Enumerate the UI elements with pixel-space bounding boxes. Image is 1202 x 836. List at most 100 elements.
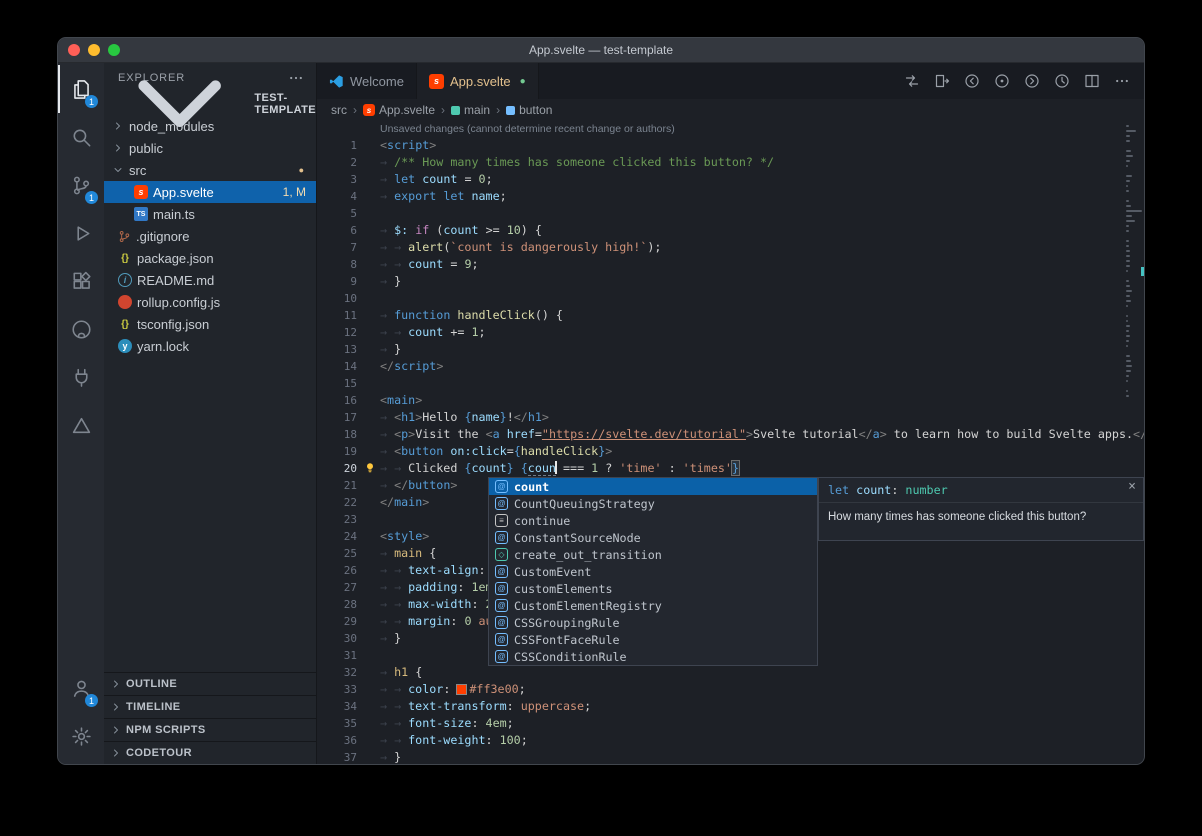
tree-item-label: .gitignore bbox=[136, 229, 189, 244]
activity-run-and-debug[interactable] bbox=[58, 209, 104, 257]
lightbulb-icon[interactable] bbox=[363, 461, 377, 475]
suggestion-constantsourcenode[interactable]: @ConstantSourceNode bbox=[489, 529, 817, 546]
tree-item-package-json[interactable]: {}package.json bbox=[104, 247, 316, 269]
activity-remote-explorer[interactable] bbox=[58, 353, 104, 401]
code-text: →} bbox=[380, 273, 1144, 290]
line-number: 26 bbox=[317, 562, 366, 579]
suggestion-countqueuingstrategy[interactable]: @CountQueuingStrategy bbox=[489, 495, 817, 512]
code-line: 12→→count += 1; bbox=[317, 324, 1144, 341]
file-tree: node_modulespublicsrc●sApp.svelte1, MTSm… bbox=[104, 115, 316, 357]
code-line: 17→<h1>Hello {name}!</h1> bbox=[317, 409, 1144, 426]
next-change-icon[interactable] bbox=[1024, 73, 1040, 89]
breadcrumb-item-button[interactable]: button bbox=[506, 103, 552, 117]
blame-icon[interactable] bbox=[994, 73, 1010, 89]
activity-settings[interactable] bbox=[58, 712, 104, 760]
svelte-icon: s bbox=[134, 185, 148, 199]
suggestion-create-out-transition[interactable]: ◇create_out_transition bbox=[489, 546, 817, 563]
tree-item-rollup-config-js[interactable]: rollup.config.js bbox=[104, 291, 316, 313]
tree-item-yarn-lock[interactable]: yyarn.lock bbox=[104, 335, 316, 357]
zoom-window-button[interactable] bbox=[108, 44, 120, 56]
tabs: WelcomesApp.svelte● bbox=[317, 63, 539, 99]
close-window-button[interactable] bbox=[68, 44, 80, 56]
suggestion-customelements[interactable]: @customElements bbox=[489, 580, 817, 597]
tree-item-readme-md[interactable]: iREADME.md bbox=[104, 269, 316, 291]
breadcrumb-item-app-svelte[interactable]: sApp.svelte bbox=[363, 103, 435, 117]
tab-welcome[interactable]: Welcome bbox=[317, 63, 417, 99]
line-number: 27 bbox=[317, 579, 366, 596]
suggestion-customelementregistry[interactable]: @CustomElementRegistry bbox=[489, 597, 817, 614]
prev-change-icon[interactable] bbox=[964, 73, 980, 89]
suggestion-cssgroupingrule[interactable]: @CSSGroupingRule bbox=[489, 614, 817, 631]
suggestion-continue[interactable]: ≡continue bbox=[489, 512, 817, 529]
tree-item-public[interactable]: public bbox=[104, 137, 316, 159]
panel-label: OUTLINE bbox=[126, 678, 177, 690]
sidebar-panels: OUTLINE TIMELINENPM SCRIPTSCODETOUR bbox=[104, 672, 316, 764]
code-line: 18→<p>Visit the <a href="https://svelte.… bbox=[317, 426, 1144, 443]
code-editor[interactable]: Unsaved changes (cannot determine recent… bbox=[317, 121, 1144, 764]
line-number: 2 bbox=[317, 154, 366, 171]
gutter bbox=[366, 290, 380, 307]
history-icon[interactable] bbox=[1054, 73, 1070, 89]
code-line: 1<script> bbox=[317, 137, 1144, 154]
chevron-down-icon bbox=[112, 164, 124, 176]
azure-icon bbox=[71, 415, 92, 436]
suggestion-count[interactable]: @count bbox=[489, 478, 817, 495]
line-number: 4 bbox=[317, 188, 366, 205]
close-icon[interactable]: × bbox=[1128, 479, 1136, 494]
activity-search[interactable] bbox=[58, 113, 104, 161]
suggestion-cssconditionrule[interactable]: @CSSConditionRule bbox=[489, 648, 817, 665]
panel-timeline[interactable]: TIMELINE bbox=[104, 695, 316, 718]
minimize-window-button[interactable] bbox=[88, 44, 100, 56]
panel-codetour[interactable]: CODETOUR bbox=[104, 741, 316, 764]
gutter bbox=[366, 698, 380, 715]
compare-icon[interactable] bbox=[904, 73, 920, 89]
activity-source-control[interactable]: 1 bbox=[58, 161, 104, 209]
svelte-icon: s bbox=[363, 104, 375, 116]
tab-app-svelte[interactable]: sApp.svelte● bbox=[417, 63, 539, 99]
gutter bbox=[366, 613, 380, 630]
tree-item-tsconfig-json[interactable]: {}tsconfig.json bbox=[104, 313, 316, 335]
gutter bbox=[366, 341, 380, 358]
more-icon[interactable] bbox=[1114, 73, 1130, 89]
minimap[interactable] bbox=[1126, 125, 1142, 400]
activity-accounts[interactable]: 1 bbox=[58, 664, 104, 712]
activity-explorer[interactable]: 1 bbox=[58, 65, 104, 113]
panel-npm-scripts[interactable]: NPM SCRIPTS bbox=[104, 718, 316, 741]
open-changes-icon[interactable] bbox=[934, 73, 950, 89]
tree-item-label: src bbox=[129, 163, 146, 178]
gutter bbox=[366, 137, 380, 154]
line-number: 11 bbox=[317, 307, 366, 324]
gutter bbox=[366, 630, 380, 647]
symbol-keyword-icon: ≡ bbox=[495, 514, 508, 527]
gutter bbox=[366, 664, 380, 681]
tree-item-gitignore[interactable]: .gitignore bbox=[104, 225, 316, 247]
tree-item-app-svelte[interactable]: sApp.svelte1, M bbox=[104, 181, 316, 203]
breadcrumb-item-main[interactable]: main bbox=[451, 103, 490, 117]
editor-group: WelcomesApp.svelte● src›sApp.svelte›main… bbox=[317, 63, 1144, 764]
search-icon bbox=[71, 127, 92, 148]
breadcrumb-item-src[interactable]: src bbox=[331, 103, 347, 117]
panel-outline[interactable]: OUTLINE bbox=[104, 672, 316, 695]
tree-item-node-modules[interactable]: node_modules bbox=[104, 115, 316, 137]
gutter bbox=[366, 511, 380, 528]
tree-item-src[interactable]: src● bbox=[104, 159, 316, 181]
split-editor-icon[interactable] bbox=[1084, 73, 1100, 89]
breadcrumb-label: main bbox=[464, 103, 490, 117]
suggestion-cssfontfacerule[interactable]: @CSSFontFaceRule bbox=[489, 631, 817, 648]
code-line: 6→$: if (count >= 10) { bbox=[317, 222, 1144, 239]
activity-github[interactable] bbox=[58, 305, 104, 353]
activity-extensions[interactable] bbox=[58, 257, 104, 305]
project-section-header[interactable]: TEST-TEMPLATE bbox=[104, 93, 316, 115]
chevron-right-icon bbox=[112, 142, 124, 154]
suggestion-customevent[interactable]: @CustomEvent bbox=[489, 563, 817, 580]
line-number: 33 bbox=[317, 681, 366, 698]
code-text bbox=[380, 205, 1144, 222]
tree-item-label: tsconfig.json bbox=[137, 317, 209, 332]
tree-item-main-ts[interactable]: TSmain.ts bbox=[104, 203, 316, 225]
suggestion-label: CSSGroupingRule bbox=[514, 616, 620, 630]
tab-bar: WelcomesApp.svelte● bbox=[317, 63, 1144, 99]
more-actions-icon[interactable] bbox=[288, 70, 304, 86]
code-text: →→text-transform: uppercase; bbox=[380, 698, 1144, 715]
line-number: 35 bbox=[317, 715, 366, 732]
activity-azure[interactable] bbox=[58, 401, 104, 449]
